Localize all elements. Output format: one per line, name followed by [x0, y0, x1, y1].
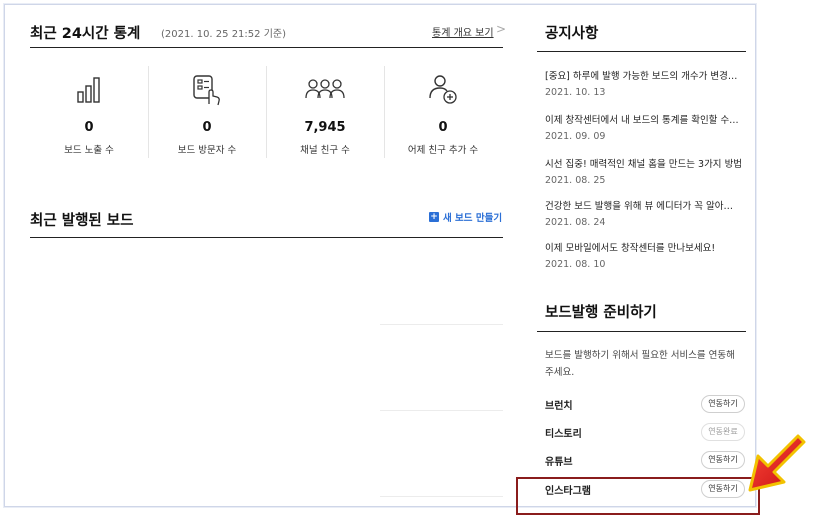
stats-title: 최근 24시간 통계 [30, 26, 141, 42]
new-board-button[interactable]: + 새 보드 만들기 [429, 210, 502, 224]
stat-value: 0 [84, 120, 94, 135]
service-row-brunch: 브런치 연동하기 [545, 395, 745, 413]
stats-basis-date: (2021. 10. 25 21:52 기준) [161, 29, 286, 40]
stats-overview-link[interactable]: 통계 개요 보기 [432, 24, 494, 39]
stat-value: 0 [438, 120, 448, 135]
notice-date: 2021. 08. 10 [545, 259, 606, 270]
board-row-divider [380, 324, 503, 325]
board-row-divider [380, 410, 503, 411]
service-row-tistory: 티스토리 연동완료 [545, 423, 745, 441]
board-row-divider [380, 496, 503, 497]
notice-title[interactable]: 이제 창작센터에서 내 보드의 통계를 확인할 수… [545, 112, 747, 126]
notice-title[interactable]: [중요] 하루에 발행 가능한 보드의 개수가 변경… [545, 68, 747, 82]
notice-item[interactable]: [중요] 하루에 발행 가능한 보드의 개수가 변경… 2021. 10. 13 [545, 68, 747, 98]
prep-title: 보드발행 준비하기 [545, 305, 657, 321]
stat-board-visitors: 0 보드 방문자 수 [148, 52, 266, 160]
notice-date: 2021. 09. 09 [545, 131, 606, 142]
prep-divider [537, 331, 746, 332]
service-row-youtube: 유튜브 연동하기 [545, 451, 745, 469]
board-tap-icon [148, 72, 266, 108]
stat-value: 7,945 [304, 120, 346, 135]
notice-title[interactable]: 건강한 보드 발행을 위해 뷰 에디터가 꼭 알아… [545, 198, 747, 212]
recent-boards-divider [30, 237, 503, 238]
stat-board-impressions: 0 보드 노출 수 [30, 52, 148, 160]
stat-value: 0 [202, 120, 212, 135]
plus-icon: + [429, 212, 439, 222]
add-friend-icon [384, 72, 502, 108]
link-service-button[interactable]: 연동하기 [701, 395, 745, 413]
stat-label: 어제 친구 추가 수 [407, 145, 479, 156]
stat-label: 보드 노출 수 [64, 145, 114, 156]
recent-boards-title: 최근 발행된 보드 [30, 213, 134, 229]
stat-channel-friends: 7,945 채널 친구 수 [266, 52, 384, 160]
notices-title: 공지사항 [545, 26, 599, 42]
service-name: 티스토리 [545, 429, 582, 440]
link-service-button[interactable]: 연동하기 [701, 451, 745, 469]
notice-date: 2021. 08. 25 [545, 175, 606, 186]
chevron-right-icon[interactable]: > [496, 22, 506, 36]
stat-label: 채널 친구 수 [300, 145, 350, 156]
new-board-label: 새 보드 만들기 [443, 213, 503, 224]
notice-item[interactable]: 건강한 보드 발행을 위해 뷰 에디터가 꼭 알아… 2021. 08. 24 [545, 198, 747, 228]
linked-status-button[interactable]: 연동완료 [701, 423, 745, 441]
notice-date: 2021. 10. 13 [545, 87, 606, 98]
stats-divider [30, 47, 503, 48]
service-name: 브런치 [545, 401, 573, 412]
stat-new-friends-yesterday: 0 어제 친구 추가 수 [384, 52, 502, 160]
prep-description: 보드를 발행하기 위해서 필요한 서비스를 연동해 주세요. [545, 350, 735, 378]
notices-divider [537, 51, 746, 52]
notice-item[interactable]: 이제 창작센터에서 내 보드의 통계를 확인할 수… 2021. 09. 09 [545, 112, 747, 142]
pointer-arrow-icon [748, 434, 806, 492]
people-group-icon [266, 72, 384, 108]
instagram-highlight-box [516, 477, 760, 515]
notice-title[interactable]: 이제 모바일에서도 창작센터를 만나보세요! [545, 240, 747, 254]
notice-item[interactable]: 시선 집중! 매력적인 채널 홈을 만드는 3가지 방법 2021. 08. 2… [545, 156, 747, 186]
stat-label: 보드 방문자 수 [177, 145, 237, 156]
notice-date: 2021. 08. 24 [545, 217, 606, 228]
bar-chart-icon [30, 72, 148, 108]
notice-item[interactable]: 이제 모바일에서도 창작센터를 만나보세요! 2021. 08. 10 [545, 240, 747, 270]
service-name: 유튜브 [545, 457, 573, 468]
notice-title[interactable]: 시선 집중! 매력적인 채널 홈을 만드는 3가지 방법 [545, 156, 747, 170]
